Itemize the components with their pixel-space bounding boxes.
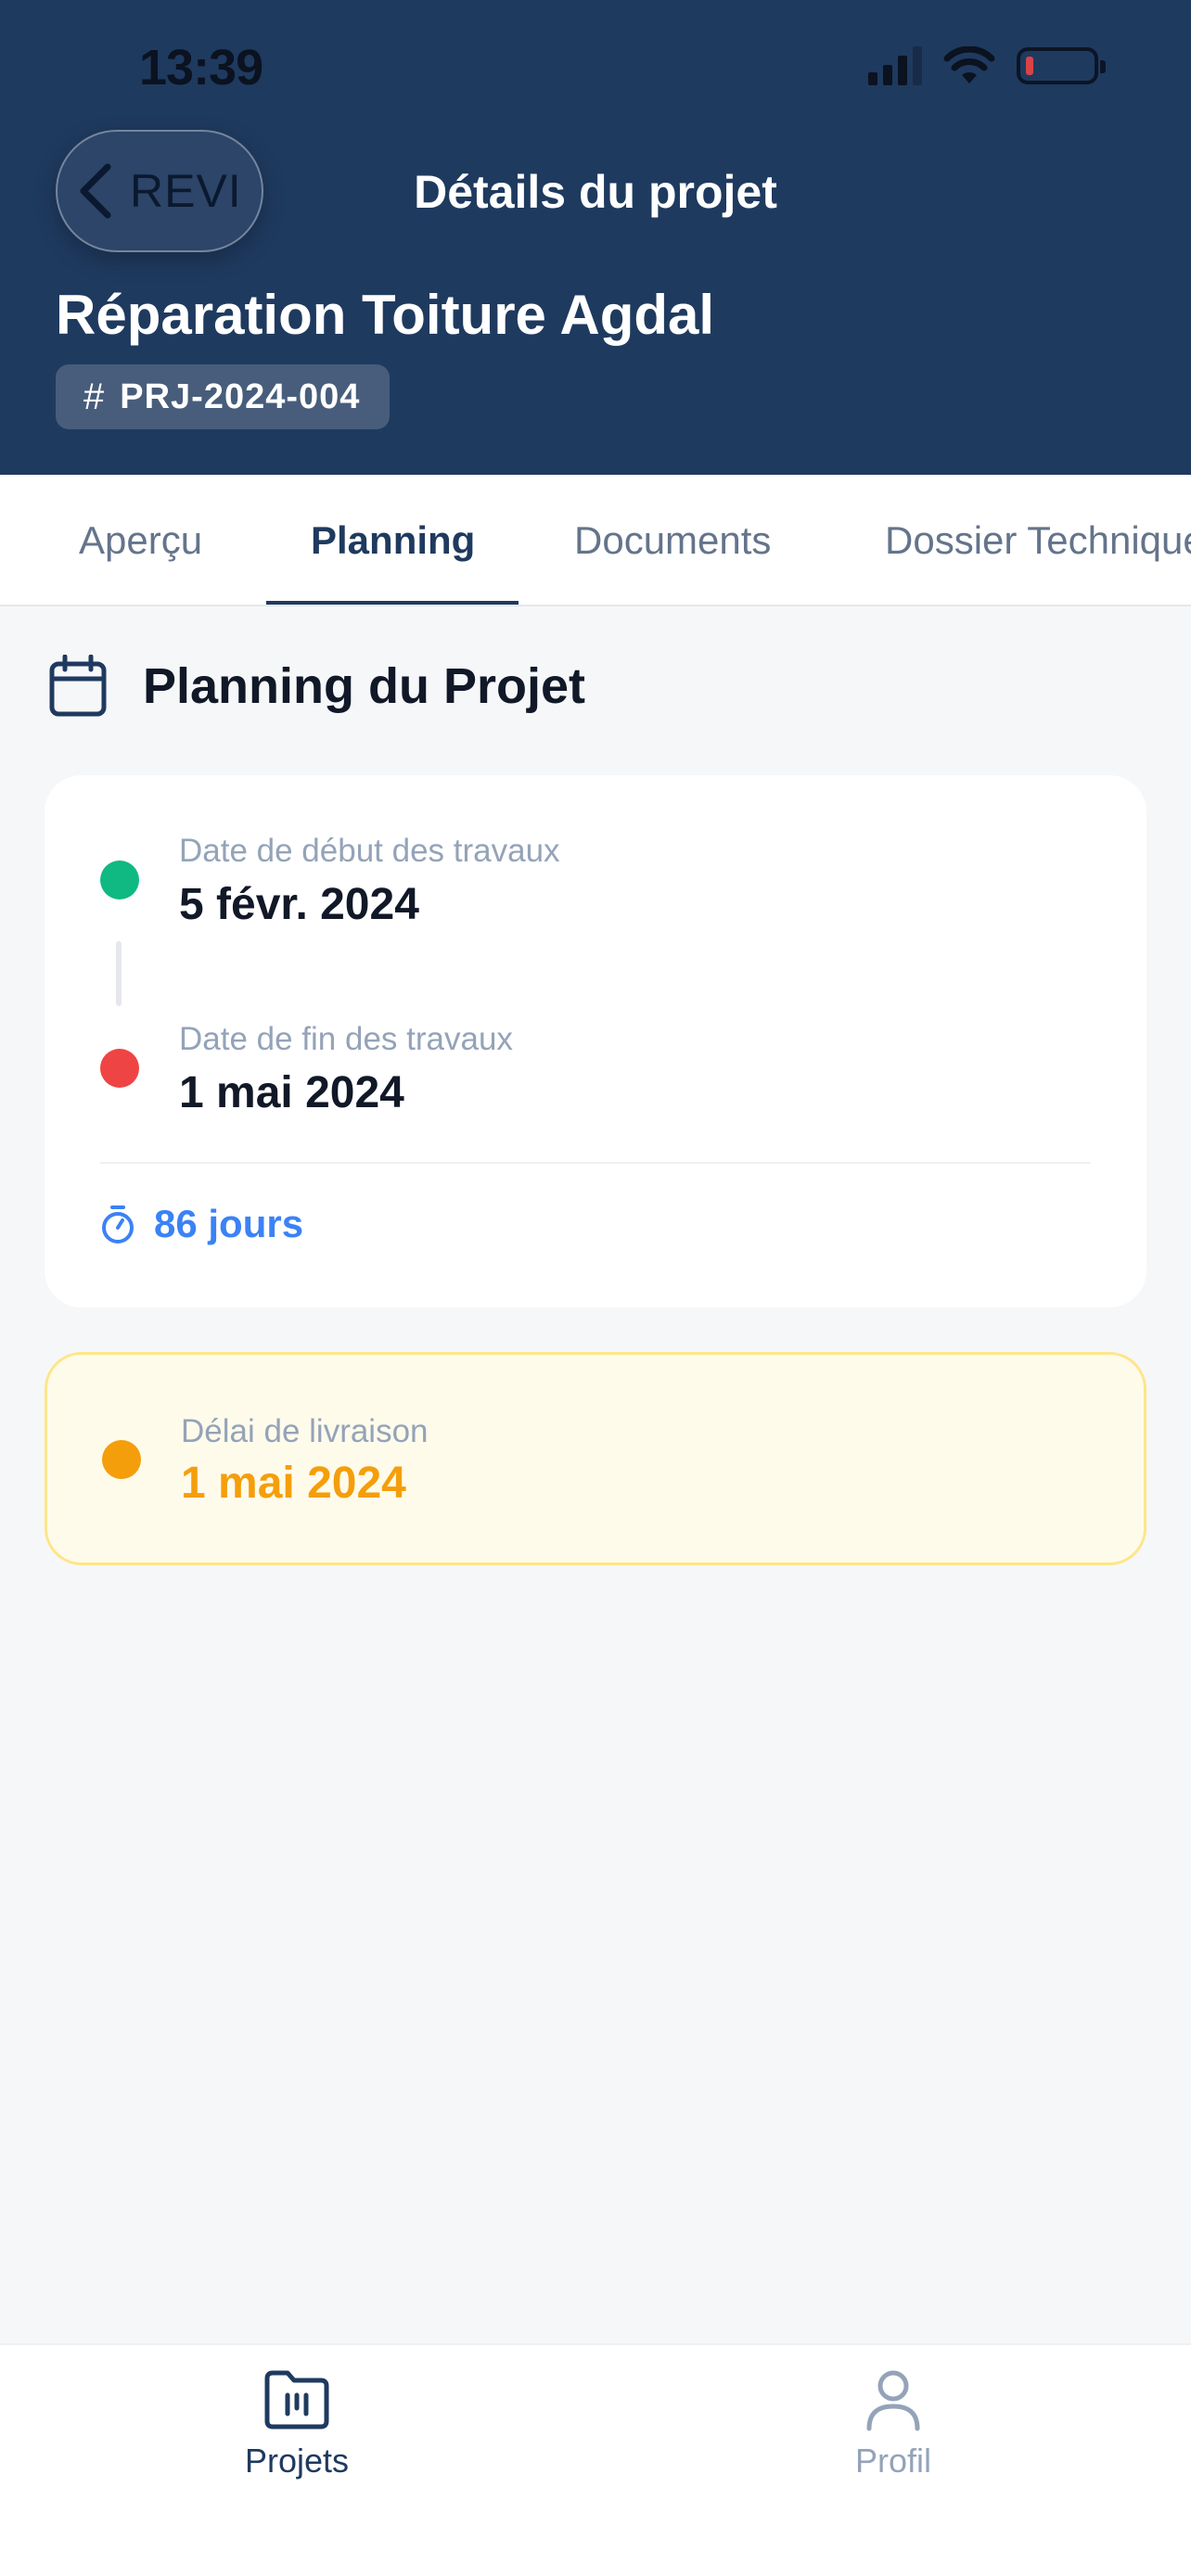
- app-header: 13:39 REVI Détails du projet Réparation …: [0, 0, 1191, 475]
- timeline-connector: [116, 941, 122, 1006]
- card-divider: [100, 1162, 1091, 1164]
- project-ref-badge: # PRJ-2024-004: [56, 364, 391, 429]
- end-date-value: 1 mai 2024: [179, 1068, 404, 1117]
- end-date-label: Date de fin des travaux: [179, 1021, 513, 1057]
- screen-title: Détails du projet: [414, 166, 777, 218]
- status-time: 13:39: [139, 40, 263, 96]
- bottom-navigation: Projets Profil: [0, 2343, 1191, 2576]
- duration-row: 86 jours: [100, 1202, 303, 1246]
- section-title: Planning du Projet: [143, 658, 586, 714]
- user-icon: [866, 2370, 920, 2431]
- tab-bar: Aperçu Planning Documents Dossier Techni…: [0, 475, 1191, 606]
- project-name: Réparation Toiture Agdal: [56, 284, 715, 346]
- active-tab-indicator: [266, 601, 519, 605]
- status-icons: [868, 46, 1106, 85]
- duration-value: 86 jours: [154, 1202, 304, 1245]
- nav-projets[interactable]: Projets: [158, 2366, 436, 2480]
- tab-documents[interactable]: Documents: [574, 475, 771, 605]
- tab-apercu[interactable]: Aperçu: [79, 475, 202, 605]
- folder-icon: [264, 2370, 329, 2429]
- start-status-dot: [100, 861, 139, 899]
- nav-profil[interactable]: Profil: [754, 2366, 1032, 2480]
- end-status-dot: [100, 1049, 139, 1088]
- hash-icon: #: [83, 376, 106, 417]
- calendar-icon: [49, 655, 107, 717]
- start-date-value: 5 févr. 2024: [179, 880, 419, 929]
- timer-icon: [102, 1205, 134, 1243]
- tab-dossier-technique[interactable]: Dossier Technique: [885, 475, 1191, 605]
- wifi-icon: [943, 46, 995, 83]
- tab-planning[interactable]: Planning: [311, 475, 475, 605]
- nav-projets-label: Projets: [244, 2442, 350, 2480]
- nav-profil-label: Profil: [854, 2442, 932, 2480]
- project-ref: PRJ-2024-004: [120, 376, 361, 416]
- delivery-status-dot: [102, 1440, 141, 1479]
- delivery-value: 1 mai 2024: [181, 1459, 406, 1508]
- battery-icon: [1017, 47, 1106, 84]
- start-date-label: Date de début des travaux: [179, 833, 560, 869]
- section-header: Planning du Projet: [48, 655, 585, 718]
- cellular-signal-icon: [868, 46, 922, 85]
- delivery-label: Délai de livraison: [181, 1413, 429, 1449]
